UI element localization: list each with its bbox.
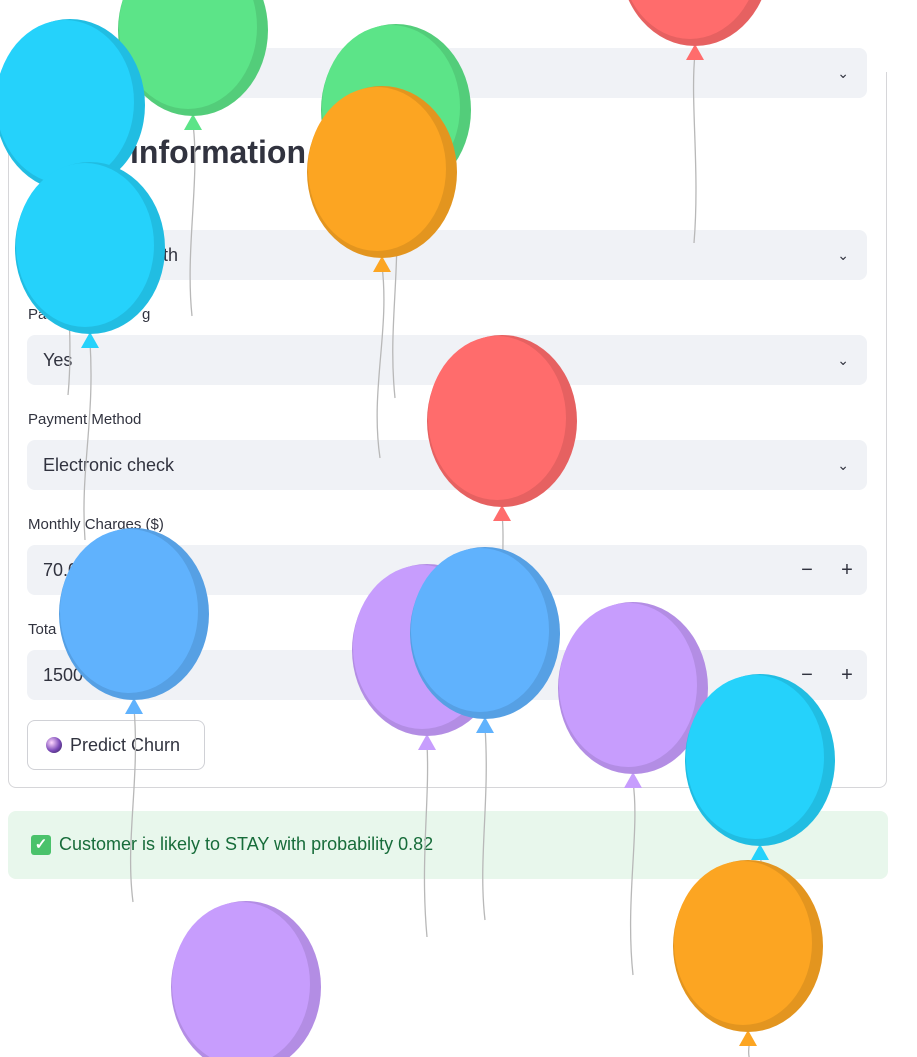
chevron-down-icon: ⌄ bbox=[837, 457, 849, 473]
contract-select[interactable]: th ⌄ bbox=[27, 230, 867, 280]
chevron-down-icon: ⌄ bbox=[837, 352, 849, 368]
crystal-ball-icon bbox=[46, 737, 62, 753]
balloon bbox=[171, 901, 321, 1057]
result-message: Customer is likely to STAY with probabil… bbox=[59, 834, 434, 854]
monthly-input[interactable]: 70.0 − + bbox=[27, 545, 867, 595]
paperless-select[interactable]: Yes ⌄ bbox=[27, 335, 867, 385]
contract-value: th bbox=[163, 245, 179, 265]
predict-button[interactable]: Predict Churn bbox=[27, 720, 205, 770]
decrement-button[interactable]: − bbox=[787, 650, 827, 700]
chevron-down-icon: ⌄ bbox=[837, 247, 849, 263]
total-input[interactable]: 1500 − + bbox=[27, 650, 867, 700]
balloon bbox=[673, 860, 823, 1057]
total-label: Tota bbox=[28, 621, 57, 638]
section-title: information bbox=[130, 134, 306, 170]
result-alert: ✓ Customer is likely to STAY with probab… bbox=[8, 811, 888, 879]
increment-button[interactable]: + bbox=[827, 545, 867, 595]
monthly-value: 70.0 bbox=[43, 560, 79, 580]
total-value: 1500 bbox=[43, 665, 84, 685]
increment-button[interactable]: + bbox=[827, 650, 867, 700]
payment-label: Payment Method bbox=[28, 411, 142, 428]
paperless-value: Yes bbox=[43, 350, 73, 370]
monthly-label: Monthly Charges ($) bbox=[28, 516, 164, 533]
paperless-label: Pa g bbox=[28, 306, 151, 323]
payment-value: Electronic check bbox=[43, 455, 175, 475]
check-icon: ✓ bbox=[31, 835, 51, 855]
predict-button-label: Predict Churn bbox=[70, 735, 181, 755]
payment-select[interactable]: Electronic check ⌄ bbox=[27, 440, 867, 490]
decrement-button[interactable]: − bbox=[787, 545, 827, 595]
